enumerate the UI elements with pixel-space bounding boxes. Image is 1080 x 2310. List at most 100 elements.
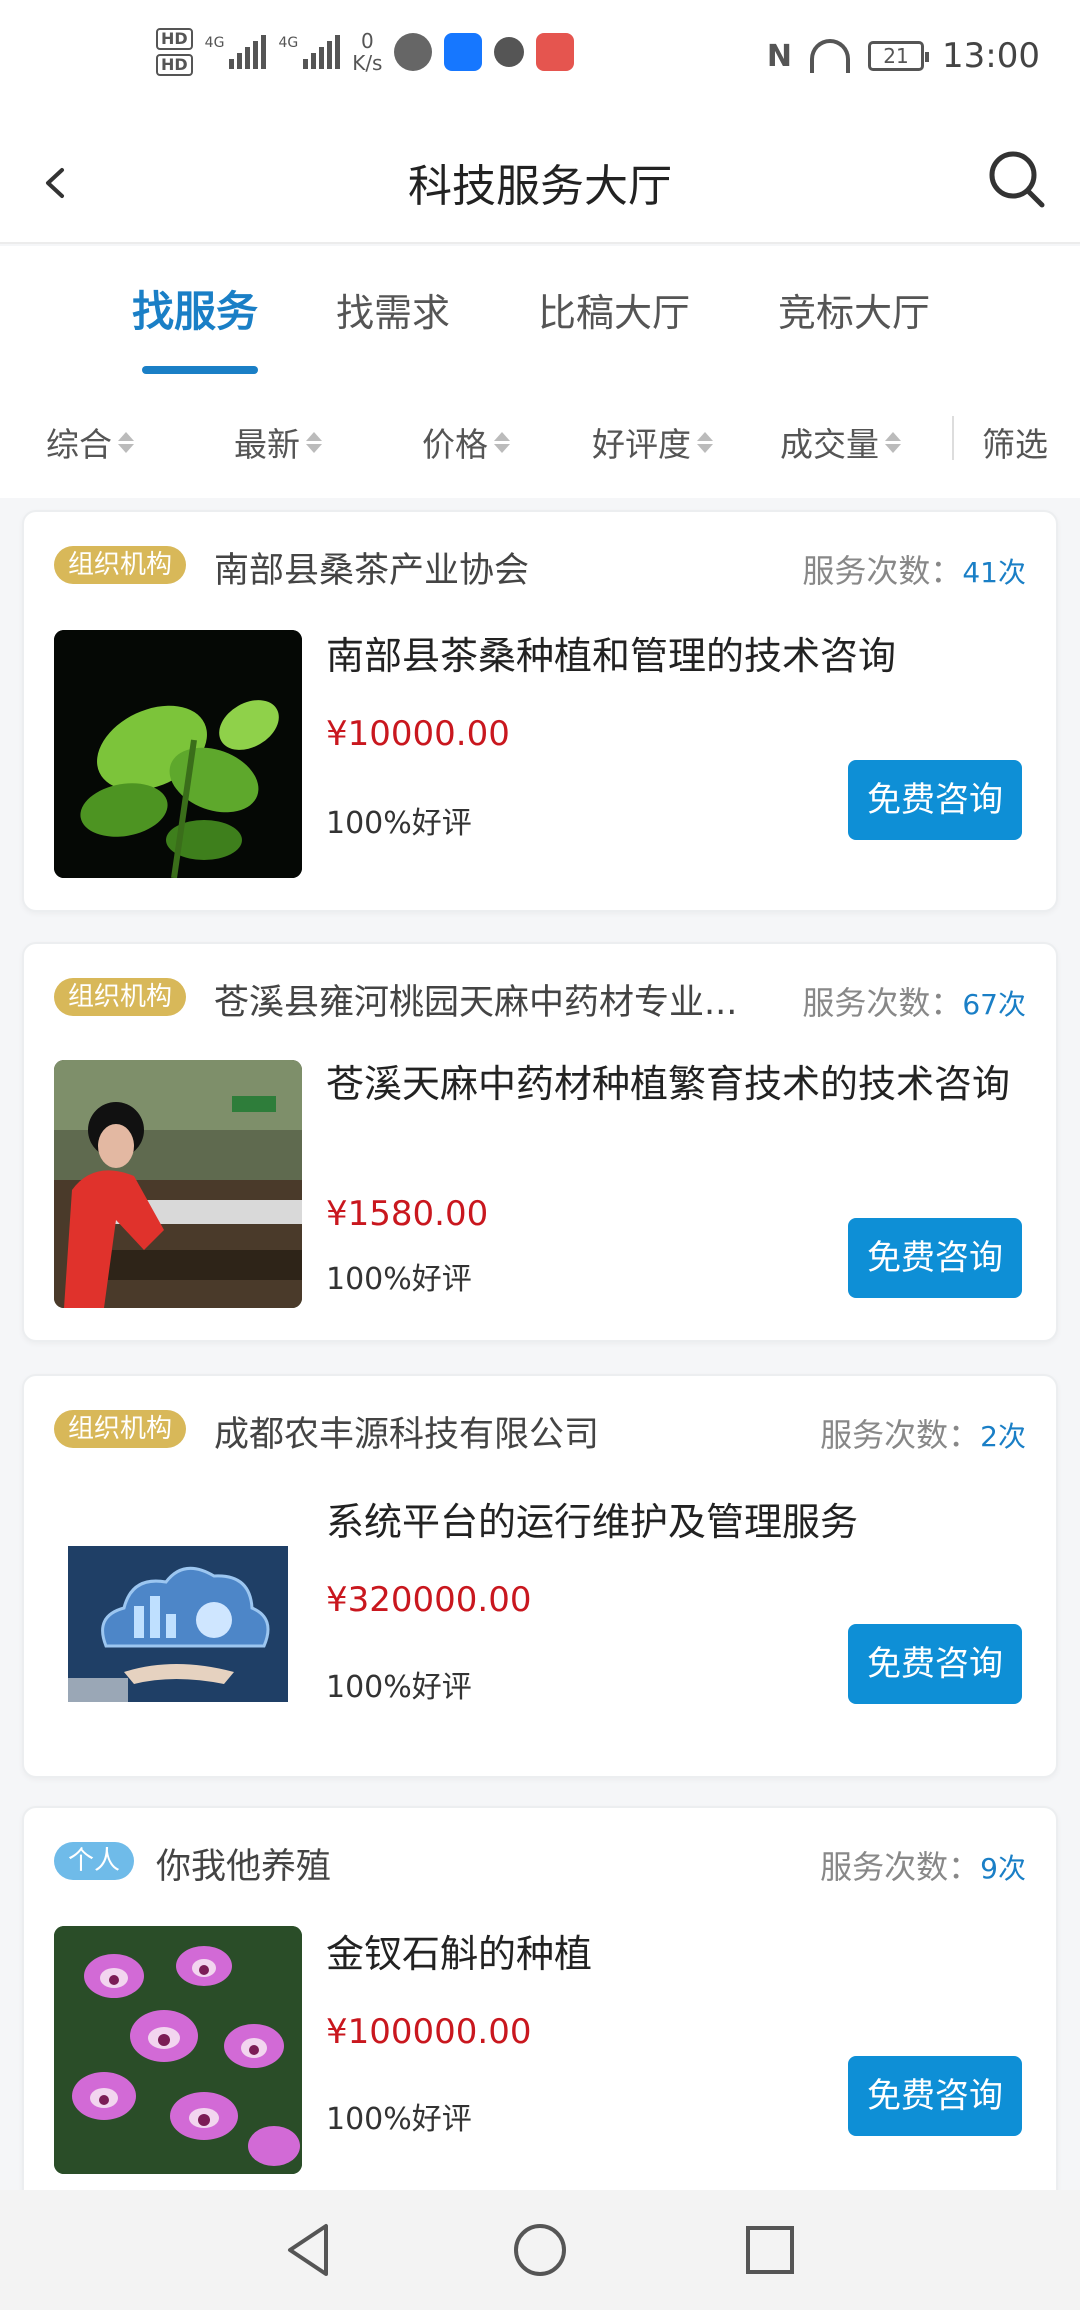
active-tab-indicator xyxy=(142,366,258,374)
free-consult-button[interactable]: 免费咨询 xyxy=(848,2056,1022,2136)
service-thumbnail[interactable] xyxy=(54,1060,302,1308)
tab-find-demand[interactable]: 找需求 xyxy=(336,282,450,337)
tab-find-service[interactable]: 找服务 xyxy=(132,278,258,339)
sort-latest[interactable]: 最新 xyxy=(234,418,322,466)
provider-name: 南部县桑茶产业协会 xyxy=(214,551,530,591)
alipay-icon xyxy=(444,33,483,71)
app-header: 科技服务大厅 xyxy=(0,122,1080,244)
org-tag: 组织机构 xyxy=(54,546,187,584)
count-label: 服务次数： xyxy=(802,552,963,590)
count-value: 2次 xyxy=(980,1420,1026,1453)
service-count: 服务次数：41次 xyxy=(802,546,1026,592)
service-price: ¥1580.00 xyxy=(326,1194,489,1234)
filter-button[interactable]: 筛选 xyxy=(982,418,1048,466)
message-icon xyxy=(394,33,433,71)
count-value: 9次 xyxy=(980,1852,1026,1885)
service-count: 服务次数：2次 xyxy=(820,1410,1026,1456)
sort-label: 成交量 xyxy=(780,425,879,464)
service-rating: 100%好评 xyxy=(326,1670,472,1705)
battery-icon: 21 xyxy=(868,41,930,71)
sort-arrows-icon xyxy=(494,431,510,453)
system-nav-bar xyxy=(0,2190,1080,2310)
count-label: 服务次数： xyxy=(820,1416,981,1454)
provider-name: 苍溪县雍河桃园天麻中药材专业... xyxy=(214,983,738,1023)
service-rating: 100%好评 xyxy=(326,1262,472,1297)
cloud-data-image xyxy=(54,1496,302,1744)
service-title[interactable]: 苍溪天麻中药材种植繁育技术的技术咨询 xyxy=(326,1058,1020,1110)
tab-tender-hall[interactable]: 竞标大厅 xyxy=(778,282,930,337)
gastrodia-farming-image xyxy=(54,1060,302,1308)
nav-home-icon[interactable] xyxy=(510,2220,570,2280)
sort-arrows-icon xyxy=(118,431,134,453)
sort-divider xyxy=(952,416,954,460)
clock: 13:00 xyxy=(942,36,1040,76)
tab-bar: 找服务 找需求 比稿大厅 竞标大厅 xyxy=(0,246,1080,382)
service-thumbnail[interactable] xyxy=(54,1496,302,1744)
hd1-icon: HD xyxy=(156,28,193,50)
org-tag: 组织机构 xyxy=(54,978,187,1016)
service-title[interactable]: 金钗石斛的种植 xyxy=(326,1928,1020,1980)
search-icon[interactable] xyxy=(982,144,1052,214)
soundwave-icon xyxy=(494,37,525,67)
service-card[interactable]: 组织机构 苍溪县雍河桃园天麻中药材专业... 服务次数：67次 苍溪天麻中药材种… xyxy=(22,942,1058,1342)
service-count: 服务次数：67次 xyxy=(802,978,1026,1024)
status-left: HD HD 4G 4G 0 K/s xyxy=(156,28,575,76)
status-right: N 21 13:00 xyxy=(767,36,1040,76)
service-title[interactable]: 系统平台的运行维护及管理服务 xyxy=(326,1496,1020,1548)
sort-arrows-icon xyxy=(697,431,713,453)
service-card[interactable]: 个人 你我他养殖 服务次数：9次 金钗石斛的种植 ¥100000.00 100%… xyxy=(22,1806,1058,2226)
count-label: 服务次数： xyxy=(820,1848,981,1886)
service-thumbnail[interactable] xyxy=(54,1926,302,2174)
signal1-label: 4G xyxy=(204,35,225,51)
speed-value: 0 xyxy=(360,29,374,53)
service-price: ¥10000.00 xyxy=(326,714,510,754)
service-rating: 100%好评 xyxy=(326,806,472,841)
provider-name: 你我他养殖 xyxy=(156,1847,332,1887)
nav-recents-icon[interactable] xyxy=(740,2220,800,2280)
count-value: 67次 xyxy=(962,988,1026,1021)
sort-arrows-icon xyxy=(885,431,901,453)
org-tag: 组织机构 xyxy=(54,1410,187,1448)
sort-bar: 综合 最新 价格 好评度 成交量 筛选 xyxy=(0,382,1080,498)
huawei-app-icon xyxy=(536,33,575,71)
sort-label: 好评度 xyxy=(592,425,691,464)
service-thumbnail[interactable] xyxy=(54,630,302,878)
free-consult-button[interactable]: 免费咨询 xyxy=(848,1624,1022,1704)
hd2-icon: HD xyxy=(156,54,193,76)
sort-label: 综合 xyxy=(46,425,112,464)
provider-name: 成都农丰源科技有限公司 xyxy=(214,1415,600,1455)
status-bar: HD HD 4G 4G 0 K/s N 21 13:00 xyxy=(0,0,1080,122)
sort-label: 价格 xyxy=(422,425,488,464)
nfc-icon: N xyxy=(766,38,793,74)
count-label: 服务次数： xyxy=(802,984,963,1022)
free-consult-button[interactable]: 免费咨询 xyxy=(848,760,1022,840)
sort-comprehensive[interactable]: 综合 xyxy=(46,418,134,466)
sort-rating[interactable]: 好评度 xyxy=(592,418,713,466)
service-count: 服务次数：9次 xyxy=(820,1842,1026,1888)
service-card[interactable]: 组织机构 成都农丰源科技有限公司 服务次数：2次 系统平台的运行维护及管理服务 … xyxy=(22,1374,1058,1778)
service-price: ¥100000.00 xyxy=(326,2012,532,2052)
signal2-label: 4G xyxy=(278,35,299,51)
sort-volume[interactable]: 成交量 xyxy=(780,418,901,466)
tab-bidding-hall[interactable]: 比稿大厅 xyxy=(538,282,690,337)
service-title[interactable]: 南部县茶桑种植和管理的技术咨询 xyxy=(326,630,1020,682)
signal1-icon: 4G xyxy=(205,35,267,69)
service-rating: 100%好评 xyxy=(326,2102,472,2137)
count-value: 41次 xyxy=(962,556,1026,589)
sort-label: 最新 xyxy=(234,425,300,464)
free-consult-button[interactable]: 免费咨询 xyxy=(848,1218,1022,1298)
service-price: ¥320000.00 xyxy=(326,1580,532,1620)
person-tag: 个人 xyxy=(54,1842,135,1880)
hd-indicators: HD HD xyxy=(156,28,193,76)
speedometer-icon xyxy=(810,39,851,73)
page-title: 科技服务大厅 xyxy=(408,161,672,212)
service-card[interactable]: 组织机构 南部县桑茶产业协会 服务次数：41次 南部县茶桑种植和管理的技术咨询 … xyxy=(22,510,1058,912)
mulberry-leaf-image xyxy=(54,630,302,878)
network-speed: 0 K/s xyxy=(352,30,382,74)
dendrobium-flower-image xyxy=(54,1926,302,2174)
sort-arrows-icon xyxy=(306,431,322,453)
nav-back-icon[interactable] xyxy=(280,2220,340,2280)
sort-price[interactable]: 价格 xyxy=(422,418,510,466)
speed-unit: K/s xyxy=(352,51,383,75)
signal2-icon: 4G xyxy=(278,35,341,69)
